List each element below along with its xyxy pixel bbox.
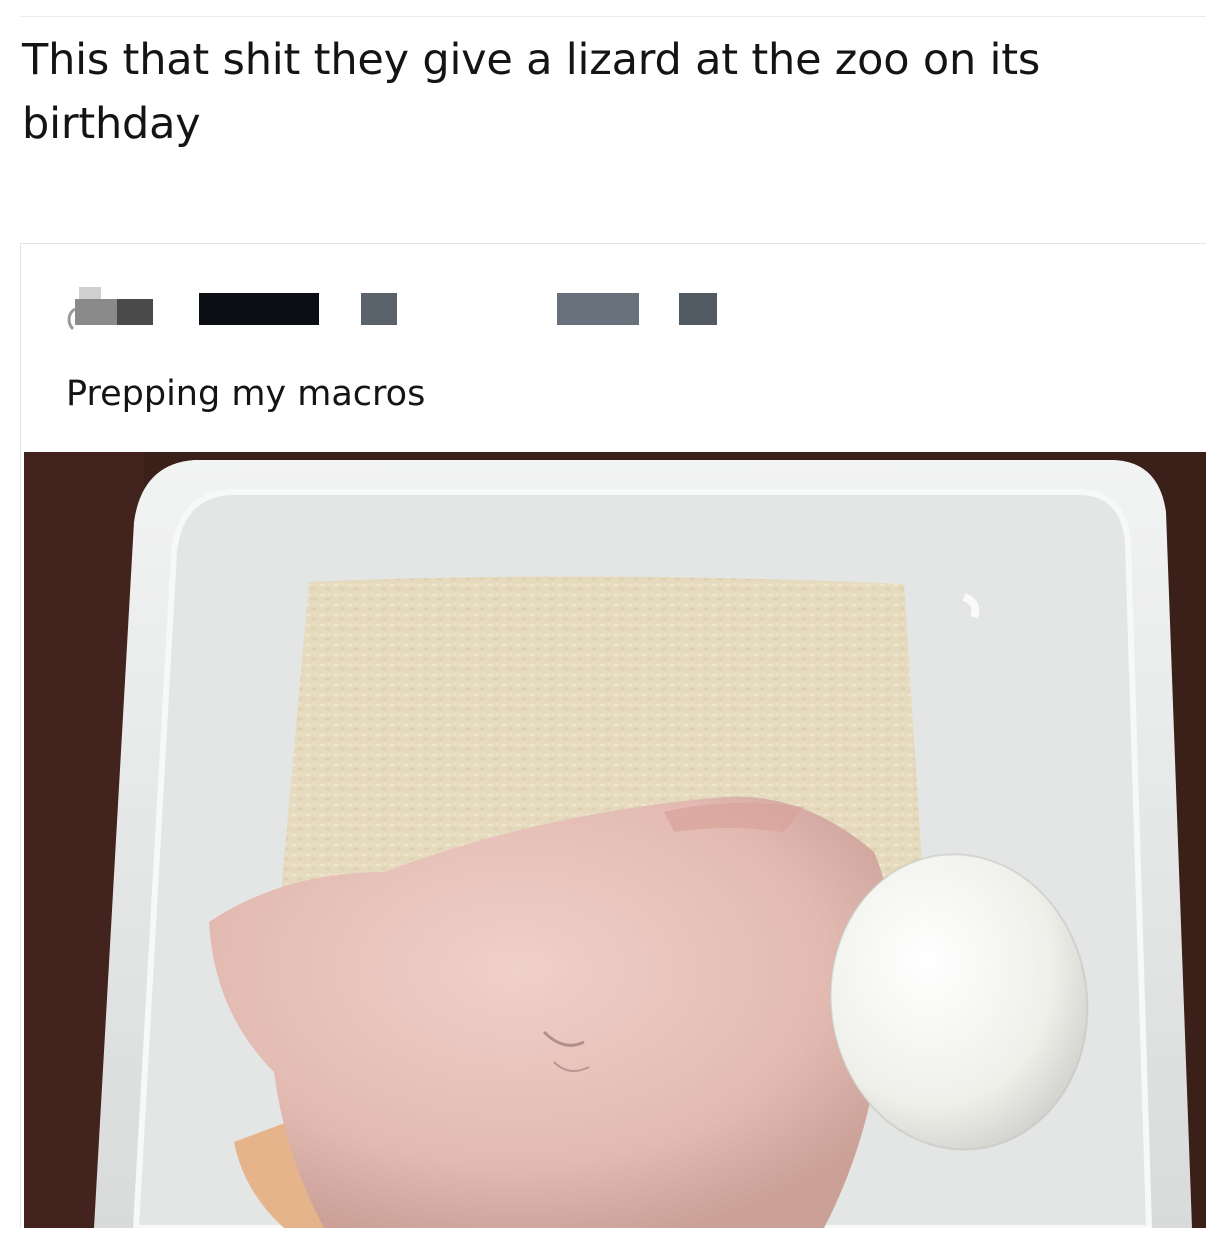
avatar-icon[interactable] bbox=[65, 279, 157, 335]
caption-text: This that shit they give a lizard at the… bbox=[22, 35, 1041, 149]
author-handle-redacted bbox=[557, 293, 639, 325]
divider bbox=[20, 16, 1206, 17]
post-photo[interactable] bbox=[24, 452, 1206, 1228]
food-container-photo bbox=[24, 452, 1206, 1228]
post-text: Prepping my macros bbox=[66, 374, 426, 414]
verified-badge-redacted bbox=[361, 293, 397, 325]
author-name-redacted bbox=[199, 293, 319, 325]
timestamp-redacted bbox=[679, 293, 717, 325]
author-row[interactable] bbox=[65, 279, 765, 335]
meme-page: This that shit they give a lizard at the… bbox=[0, 0, 1206, 1239]
quoted-post-card[interactable]: Prepping my macros bbox=[20, 243, 1206, 1228]
